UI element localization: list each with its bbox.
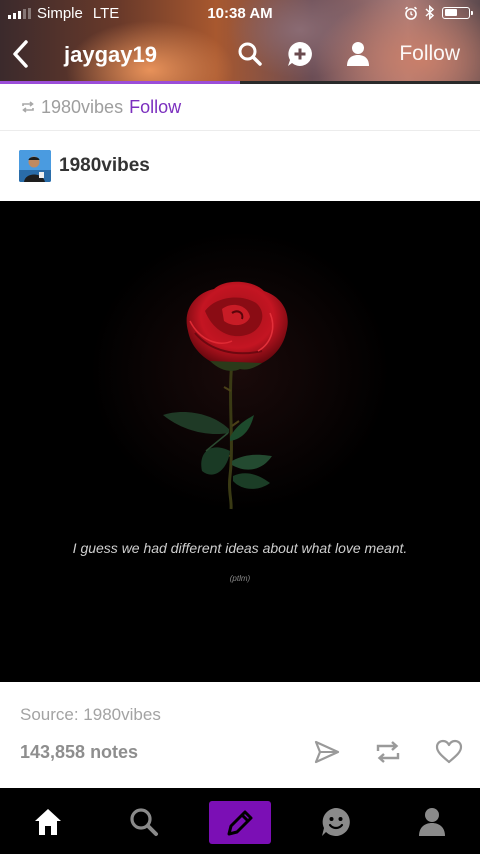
back-chevron-icon[interactable] <box>10 38 32 70</box>
image-subcaption: (ptlm) <box>229 574 251 583</box>
account-icon[interactable] <box>416 806 448 838</box>
compose-pencil-icon <box>227 810 253 836</box>
bluetooth-icon <box>425 5 435 20</box>
reblogged-from-name[interactable]: 1980vibes <box>41 97 123 118</box>
avatar[interactable] <box>19 150 51 182</box>
post-image[interactable]: I guess we had different ideas about wha… <box>0 201 480 682</box>
reblog-icon[interactable] <box>374 738 402 766</box>
user-icon[interactable] <box>344 40 372 68</box>
author-name[interactable]: 1980vibes <box>59 155 150 177</box>
blog-header: Simple LTE 10:38 AM jaygay19 Follow <box>0 0 480 84</box>
tab-bar <box>0 788 480 854</box>
status-bar: Simple LTE 10:38 AM <box>0 0 480 26</box>
chat-icon[interactable] <box>320 806 352 838</box>
home-icon[interactable] <box>32 806 64 838</box>
compose-button[interactable] <box>209 801 271 844</box>
post-source[interactable]: Source: 1980vibes <box>20 705 161 725</box>
follow-blog-button[interactable]: Follow <box>399 42 460 66</box>
image-caption: I guess we had different ideas about wha… <box>72 540 408 556</box>
reblog-follow-button[interactable]: Follow <box>129 97 181 118</box>
notes-count[interactable]: 143,858 notes <box>20 742 138 763</box>
blog-title[interactable]: jaygay19 <box>64 42 157 68</box>
alarm-icon <box>404 6 418 20</box>
battery-icon <box>442 6 473 19</box>
reblog-icon <box>22 101 34 113</box>
share-icon[interactable] <box>313 738 341 766</box>
blog-nav: jaygay19 Follow <box>0 30 480 78</box>
post-author: 1980vibes <box>0 131 480 201</box>
search-icon[interactable] <box>236 40 264 68</box>
rose-illustration <box>90 231 390 511</box>
add-circle-icon[interactable] <box>286 40 314 68</box>
search-icon[interactable] <box>128 806 160 838</box>
reblog-attribution: 1980vibes Follow <box>0 84 480 131</box>
heart-icon[interactable] <box>435 738 463 766</box>
